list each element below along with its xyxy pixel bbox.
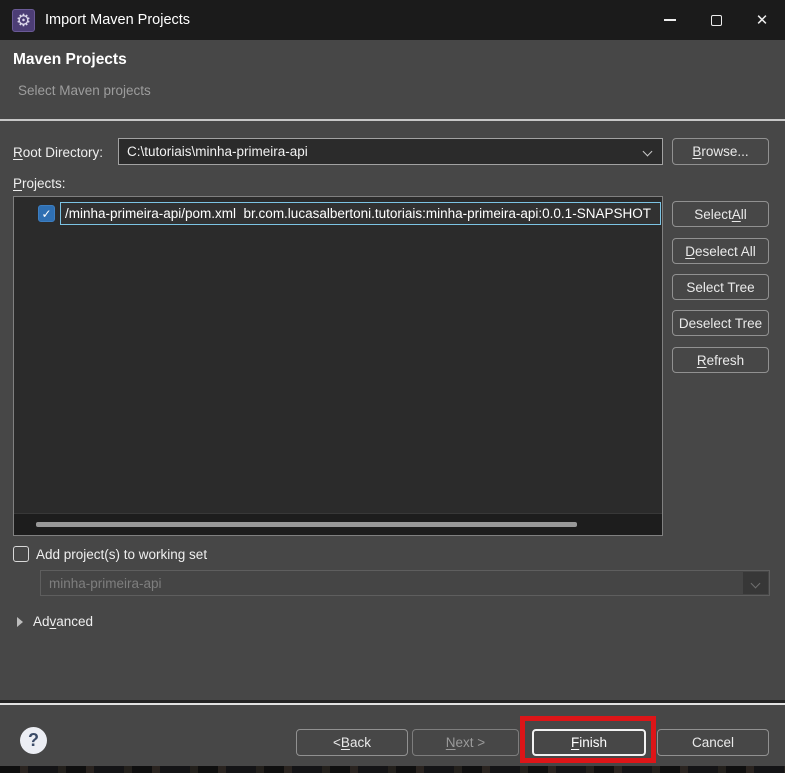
back-button[interactable]: < Back [296,729,408,756]
working-set-combo-arrow [743,572,768,594]
question-mark-icon: ? [28,730,39,750]
window-title: Import Maven Projects [45,12,191,28]
browse-button[interactable]: Browse... [672,138,769,165]
bottom-edge-strip [0,766,785,773]
refresh-button[interactable]: Refresh [672,347,769,373]
expander-collapsed-icon[interactable] [17,617,23,627]
cancel-button[interactable]: Cancel [657,729,769,756]
button-bar: ? < Back Next > Finish Cancel [0,703,785,766]
wizard-header: Maven Projects Select Maven projects [0,40,785,121]
maven-gear-icon: ⚙ [12,8,35,32]
projects-tree[interactable]: ✓ /minha-primeira-api/pom.xml br.com.luc… [13,196,663,536]
working-set-combo-value: minha-primeira-api [49,575,162,591]
select-tree-button[interactable]: Select Tree [672,274,769,300]
help-button[interactable]: ? [20,727,47,754]
root-directory-label: Root Directory: [13,145,104,160]
checkmark-icon: ✓ [41,206,52,221]
import-maven-projects-dialog: ⚙ Import Maven Projects ✕ Maven Projects… [0,0,785,773]
horizontal-scrollbar-track[interactable] [14,513,662,535]
working-set-checkbox-unchecked[interactable] [13,546,29,562]
projects-label: Projects: [13,176,66,191]
close-icon: ✕ [755,12,769,29]
deselect-all-button[interactable]: Deselect All [672,238,769,264]
titlebar[interactable]: ⚙ Import Maven Projects ✕ [0,0,785,40]
advanced-expander[interactable]: Advanced [33,614,93,629]
root-directory-value: C:\tutoriais\minha-primeira-api [127,144,308,159]
project-row-label[interactable]: /minha-primeira-api/pom.xml br.com.lucas… [60,202,661,225]
close-button[interactable]: ✕ [739,0,785,40]
deselect-tree-button[interactable]: Deselect Tree [672,310,769,336]
window-controls: ✕ [647,0,785,40]
maximize-icon [710,14,722,26]
root-directory-combo[interactable]: C:\tutoriais\minha-primeira-api [118,138,663,165]
gear-glyph: ⚙ [15,10,32,30]
page-subtitle: Select Maven projects [18,83,151,98]
horizontal-scrollbar-thumb[interactable] [36,522,577,527]
working-set-label[interactable]: Add project(s) to working set [36,547,207,562]
maximize-button[interactable] [693,0,739,40]
combo-dropdown-arrow[interactable] [637,139,657,164]
project-row[interactable]: ✓ /minha-primeira-api/pom.xml br.com.luc… [14,201,661,226]
chevron-down-icon [750,578,761,588]
page-title: Maven Projects [13,51,127,68]
chevron-down-icon [642,146,652,157]
minimize-icon [664,19,676,21]
next-button-disabled: Next > [412,729,519,756]
select-all-button[interactable]: Select All [672,201,769,227]
minimize-button[interactable] [647,0,693,40]
project-checkbox-checked[interactable]: ✓ [38,205,55,222]
working-set-combo-disabled: minha-primeira-api [40,570,770,596]
finish-button[interactable]: Finish [532,729,646,756]
